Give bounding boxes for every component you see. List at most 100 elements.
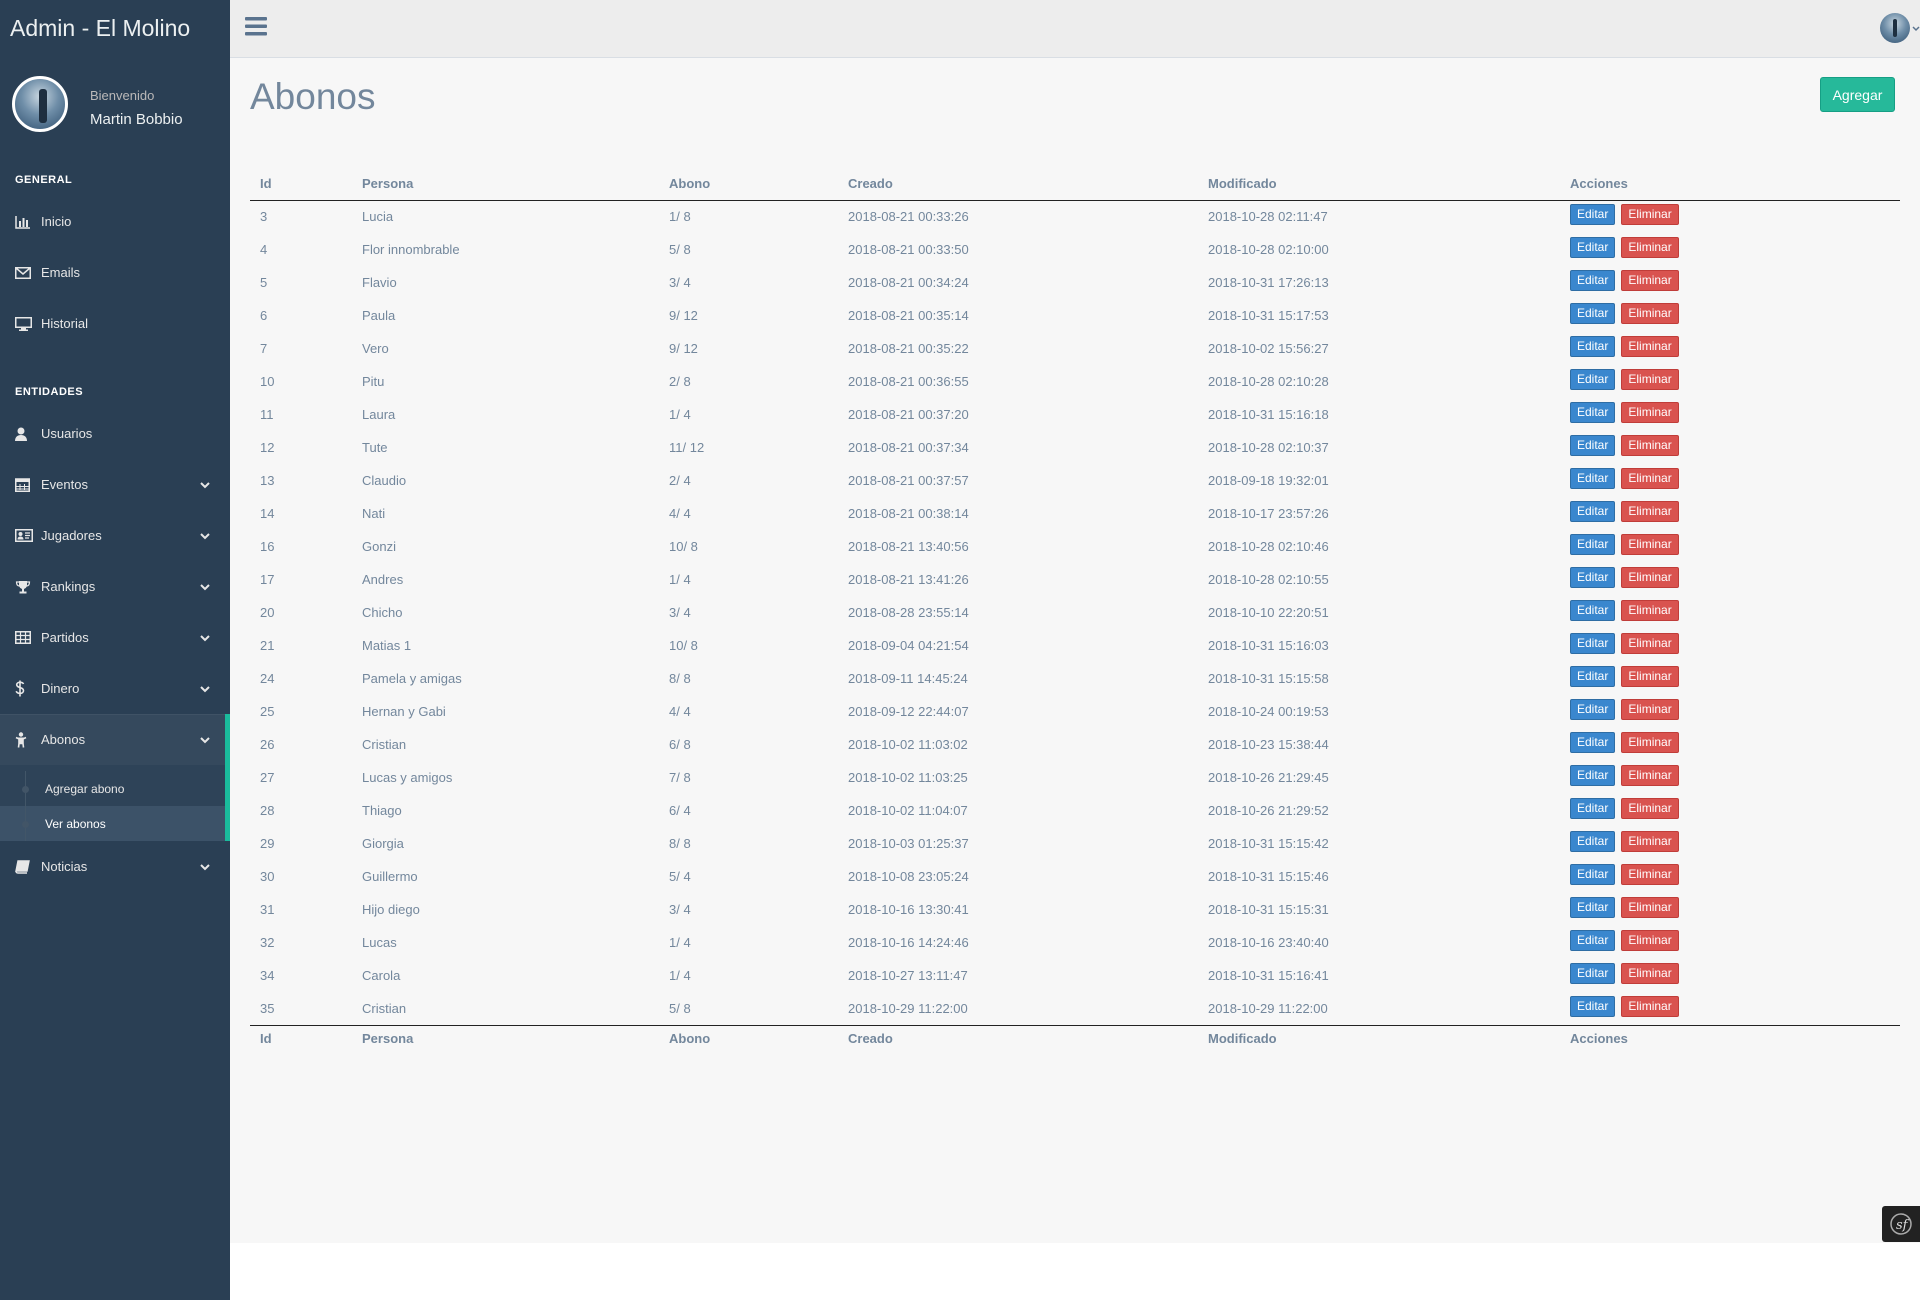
edit-button[interactable]: Editar [1570, 963, 1616, 984]
edit-button[interactable]: Editar [1570, 567, 1616, 588]
column-header-abono[interactable]: Abono [659, 168, 838, 201]
table-footer-row: Id Persona Abono Creado Modificado Accio… [250, 1024, 1900, 1052]
edit-button[interactable]: Editar [1570, 897, 1616, 918]
chevron-down-icon [200, 528, 210, 543]
cell-acciones: Editar Eliminar [1560, 497, 1900, 530]
edit-button[interactable]: Editar [1570, 600, 1616, 621]
delete-button[interactable]: Eliminar [1621, 336, 1679, 357]
sidebar-item-label: Emails [41, 265, 81, 280]
delete-button[interactable]: Eliminar [1621, 402, 1679, 423]
delete-button[interactable]: Eliminar [1621, 666, 1679, 687]
cell-acciones: Editar Eliminar [1560, 266, 1900, 299]
column-header-creado[interactable]: Creado [838, 168, 1198, 201]
edit-button[interactable]: Editar [1570, 666, 1616, 687]
delete-button[interactable]: Eliminar [1621, 204, 1679, 226]
sidebar-item-noticias[interactable]: Noticias [0, 841, 230, 892]
sidebar-item-inicio[interactable]: Inicio [0, 196, 230, 247]
delete-button[interactable]: Eliminar [1621, 897, 1679, 918]
cell-abono: 3/ 4 [669, 605, 691, 620]
sidebar-subitem-agregar-abono[interactable]: Agregar abono [0, 771, 225, 806]
bar-chart-icon [15, 215, 41, 229]
cell-creado: 2018-08-28 23:55:14 [848, 605, 969, 620]
cell-persona: Carola [362, 968, 401, 983]
sidebar-item-historial[interactable]: Historial [0, 298, 230, 349]
sidebar-item-eventos[interactable]: Eventos [0, 459, 230, 510]
delete-button[interactable]: Eliminar [1621, 534, 1679, 555]
sidebar-item-abonos[interactable]: Abonos [0, 714, 230, 765]
cell-persona: Lucia [362, 209, 394, 225]
sidebar-item-rankings[interactable]: Rankings [0, 561, 230, 612]
edit-button[interactable]: Editar [1570, 303, 1616, 324]
delete-button[interactable]: Eliminar [1621, 435, 1679, 456]
sidebar-item-emails[interactable]: Emails [0, 247, 230, 298]
edit-button[interactable]: Editar [1570, 831, 1616, 852]
cell-creado: 2018-10-02 11:04:07 [848, 803, 968, 818]
edit-button[interactable]: Editar [1570, 204, 1616, 226]
table-row: 16 Gonzi 10/ 8 2018-08-21 13:40:56 2018-10-2… [250, 530, 1900, 563]
table-row: 27 Lucas y amigos 7/ 8 2018-10-02 11:03:25 2… [250, 761, 1900, 794]
delete-button[interactable]: Eliminar [1621, 567, 1679, 588]
cell-id: 30 [260, 869, 275, 884]
delete-button[interactable]: Eliminar [1621, 798, 1679, 819]
cell-modificado: 2018-10-28 02:10:55 [1208, 572, 1329, 587]
sidebar-item-dinero[interactable]: Dinero [0, 663, 230, 714]
edit-button[interactable]: Editar [1570, 270, 1616, 291]
delete-button[interactable]: Eliminar [1621, 501, 1679, 522]
symfony-toolbar-icon[interactable]: sf [1882, 1206, 1920, 1242]
edit-button[interactable]: Editar [1570, 699, 1616, 720]
column-header-id[interactable]: Id [250, 168, 352, 201]
delete-button[interactable]: Eliminar [1621, 468, 1679, 489]
cell-acciones: Editar Eliminar [1560, 200, 1900, 233]
delete-button[interactable]: Eliminar [1621, 369, 1679, 390]
edit-button[interactable]: Editar [1570, 237, 1616, 258]
delete-button[interactable]: Eliminar [1621, 732, 1679, 753]
cell-creado: 2018-08-21 00:38:14 [848, 506, 969, 521]
delete-button[interactable]: Eliminar [1621, 995, 1679, 1017]
edit-button[interactable]: Editar [1570, 765, 1616, 786]
column-header-modificado[interactable]: Modificado [1198, 168, 1560, 201]
cell-persona: Claudio [362, 473, 407, 488]
edit-button[interactable]: Editar [1570, 402, 1616, 423]
cell-abono: 3/ 4 [669, 275, 691, 290]
delete-button[interactable]: Eliminar [1621, 633, 1679, 654]
edit-button[interactable]: Editar [1570, 995, 1616, 1017]
table-row: 13 Claudio 2/ 4 2018-08-21 00:37:57 2018-09-… [250, 464, 1900, 497]
sidebar-subitem-ver-abonos[interactable]: Ver abonos [0, 806, 225, 841]
delete-button[interactable]: Eliminar [1621, 600, 1679, 621]
delete-button[interactable]: Eliminar [1621, 765, 1679, 786]
column-footer-abono: Abono [659, 1024, 838, 1052]
sidebar-item-jugadores[interactable]: Jugadores [0, 510, 230, 561]
column-header-persona[interactable]: Persona [352, 168, 659, 201]
edit-button[interactable]: Editar [1570, 369, 1616, 390]
menu-toggle-icon[interactable] [245, 17, 267, 41]
edit-button[interactable]: Editar [1570, 798, 1616, 819]
add-button[interactable]: Agregar [1820, 77, 1895, 112]
delete-button[interactable]: Eliminar [1621, 930, 1679, 951]
app-title[interactable]: Admin - El Molino [0, 0, 230, 58]
edit-button[interactable]: Editar [1570, 501, 1616, 522]
delete-button[interactable]: Eliminar [1621, 864, 1679, 885]
cell-abono: 6/ 4 [669, 803, 691, 818]
edit-button[interactable]: Editar [1570, 468, 1616, 489]
delete-button[interactable]: Eliminar [1621, 963, 1679, 984]
edit-button[interactable]: Editar [1570, 930, 1616, 951]
cell-acciones: Editar Eliminar [1560, 464, 1900, 497]
delete-button[interactable]: Eliminar [1621, 699, 1679, 720]
edit-button[interactable]: Editar [1570, 864, 1616, 885]
sidebar-item-partidos[interactable]: Partidos [0, 612, 230, 663]
user-menu[interactable] [1880, 13, 1920, 43]
edit-button[interactable]: Editar [1570, 534, 1616, 555]
delete-button[interactable]: Eliminar [1621, 303, 1679, 324]
edit-button[interactable]: Editar [1570, 633, 1616, 654]
table-icon [15, 631, 41, 644]
edit-button[interactable]: Editar [1570, 732, 1616, 753]
delete-button[interactable]: Eliminar [1621, 270, 1679, 291]
edit-button[interactable]: Editar [1570, 336, 1616, 357]
cell-id: 25 [260, 704, 275, 719]
edit-button[interactable]: Editar [1570, 435, 1616, 456]
sidebar-item-usuarios[interactable]: Usuarios [0, 408, 230, 459]
delete-button[interactable]: Eliminar [1621, 237, 1679, 258]
cell-acciones: Editar Eliminar [1560, 860, 1900, 893]
cell-persona: Paula [362, 308, 396, 323]
delete-button[interactable]: Eliminar [1621, 831, 1679, 852]
